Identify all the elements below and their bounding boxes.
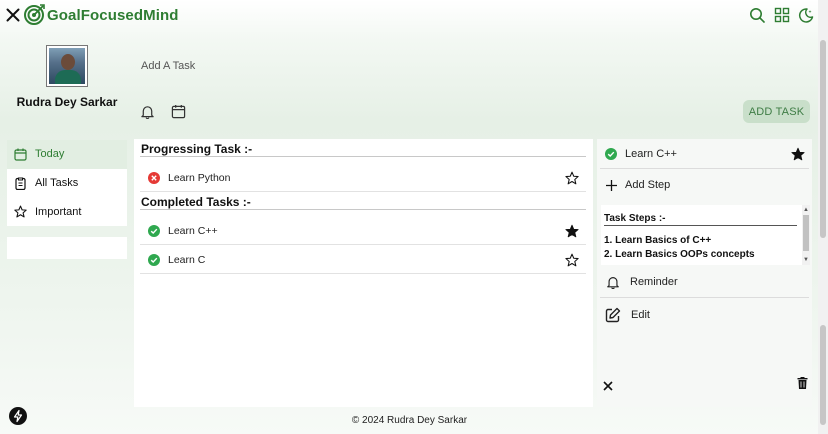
task-row-learn-python[interactable]: Learn Python: [140, 164, 586, 192]
edit-button[interactable]: Edit: [600, 299, 809, 331]
sidebar-item-label: Important: [35, 205, 82, 218]
star-icon: [14, 205, 27, 218]
footer-text: © 2024 Rudra Dey Sarkar: [351, 415, 468, 426]
divider: [140, 156, 586, 157]
step-item: 1. Learn Basics of C++: [604, 235, 712, 246]
complete-status-icon[interactable]: [148, 253, 160, 266]
sidebar-item-today[interactable]: Today: [7, 140, 127, 169]
close-detail-icon[interactable]: [603, 381, 613, 391]
grid-icon[interactable]: [774, 7, 790, 23]
close-icon[interactable]: [6, 8, 20, 22]
divider: [140, 209, 586, 210]
bell-icon[interactable]: [140, 104, 155, 119]
complete-status-icon[interactable]: [605, 147, 617, 160]
add-task-input[interactable]: [141, 60, 581, 72]
reminder-label: Reminder: [630, 276, 678, 288]
steps-scrollbar-thumb[interactable]: [803, 215, 809, 251]
scroll-down-icon[interactable]: ▼: [803, 257, 809, 263]
edit-icon: [605, 307, 621, 323]
step-item: 2. Learn Basics OOPs concepts: [604, 249, 755, 260]
star-filled-icon[interactable]: [791, 147, 805, 161]
bell-icon: [606, 275, 620, 289]
add-step-button[interactable]: Add Step: [600, 169, 809, 201]
sidebar-nav: Today All Tasks Important: [7, 140, 127, 227]
task-label: Learn C: [168, 253, 206, 266]
app-header: GoalFocusedMind: [0, 0, 818, 32]
task-list-panel: Progressing Task :- Learn Python Complet…: [134, 139, 593, 407]
page-scrollbar-thumb[interactable]: [820, 40, 826, 238]
completed-title: Completed Tasks :-: [141, 195, 251, 209]
plus-icon: [605, 179, 618, 192]
sidebar-item-all-tasks[interactable]: All Tasks: [7, 169, 127, 198]
sidebar-item-important[interactable]: Important: [7, 197, 127, 226]
clipboard-icon: [14, 177, 27, 190]
user-name: Rudra Dey Sarkar: [16, 95, 118, 109]
page-scrollbar-thumb-lower[interactable]: [820, 325, 826, 425]
target-logo-icon: [24, 3, 46, 25]
task-detail-panel: Learn C++ Add Step Task Steps :- 1. Lear…: [597, 139, 812, 407]
edit-label: Edit: [631, 309, 650, 321]
search-icon[interactable]: [749, 7, 765, 23]
detail-task-row[interactable]: Learn C++: [600, 139, 809, 169]
sidebar-item-label: Today: [35, 148, 65, 161]
star-filled-icon[interactable]: [565, 224, 579, 238]
avatar[interactable]: [46, 45, 88, 87]
task-row-learn-cpp[interactable]: Learn C++: [140, 217, 586, 245]
add-task-button[interactable]: ADD TASK: [743, 100, 810, 123]
task-steps-box[interactable]: Task Steps :- 1. Learn Basics of C++ 2. …: [601, 205, 810, 265]
avatar-image: [49, 48, 85, 84]
reminder-button[interactable]: Reminder: [600, 267, 809, 298]
task-row-learn-c[interactable]: Learn C: [140, 246, 586, 274]
add-step-label: Add Step: [625, 179, 671, 191]
task-label: Learn C++: [168, 224, 218, 237]
calendar-icon[interactable]: [171, 104, 186, 119]
complete-status-icon[interactable]: [148, 224, 160, 237]
brand-name[interactable]: GoalFocusedMind: [47, 7, 179, 24]
scroll-up-icon[interactable]: ▲: [803, 207, 809, 213]
moon-icon[interactable]: [798, 7, 814, 23]
detail-task-label: Learn C++: [625, 147, 677, 160]
task-label: Learn Python: [168, 171, 231, 184]
progressing-title: Progressing Task :-: [141, 142, 253, 156]
star-outline-icon[interactable]: [565, 171, 579, 185]
sidebar-item-label: All Tasks: [35, 177, 79, 190]
bolt-icon[interactable]: [9, 407, 27, 425]
sidebar-list-box[interactable]: [7, 237, 127, 259]
incomplete-status-icon[interactable]: [148, 171, 160, 184]
trash-icon[interactable]: [797, 377, 808, 389]
star-outline-icon[interactable]: [565, 253, 579, 267]
steps-title: Task Steps :-: [604, 213, 797, 226]
calendar-icon: [14, 148, 27, 161]
